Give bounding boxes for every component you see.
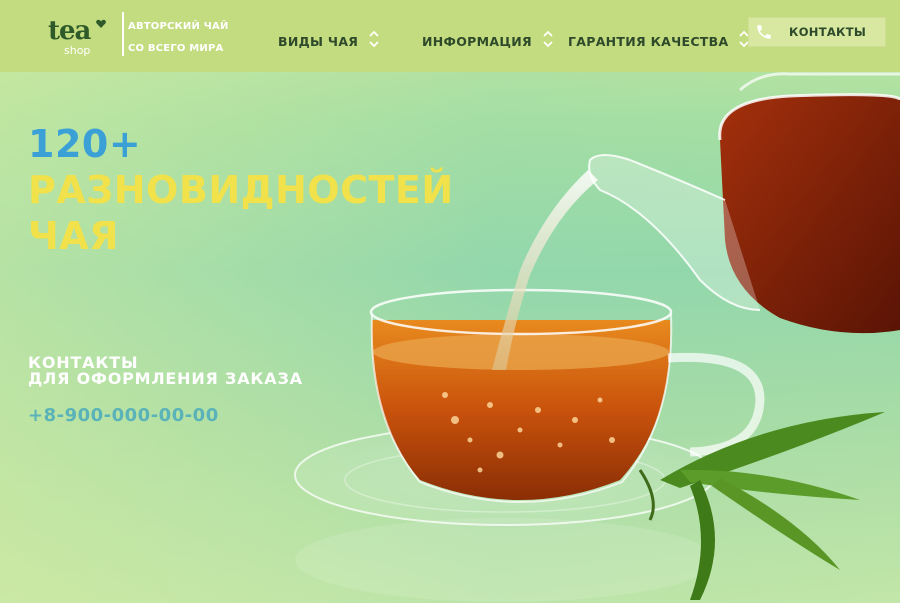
hero-title-line1: РАЗНОВИДНОСТЕЙ bbox=[28, 168, 454, 212]
nav-item-label: ИНФОРМАЦИЯ bbox=[422, 33, 532, 49]
contacts-button-label: КОНТАКТЫ bbox=[789, 25, 867, 39]
phone-number-link[interactable]: +8-900-000-00-00 bbox=[28, 405, 219, 426]
logo[interactable]: tea shop bbox=[48, 16, 118, 60]
nav-item-quality-guarantee[interactable]: ГАРАНТИЯ КАЧЕСТВА bbox=[568, 30, 750, 52]
updown-chevron-icon bbox=[369, 30, 379, 48]
order-contacts-title: КОНТАКТЫ ДЛЯ ОФОРМЛЕНИЯ ЗАКАЗА bbox=[28, 355, 303, 387]
tagline-divider bbox=[122, 12, 124, 56]
tagline: АВТОРСКИЙ ЧАЙ СО ВСЕГО МИРА bbox=[128, 16, 229, 60]
order-title-line2: ДЛЯ ОФОРМЛЕНИЯ ЗАКАЗА bbox=[28, 369, 303, 388]
tagline-line2: СО ВСЕГО МИРА bbox=[128, 43, 224, 54]
updown-chevron-icon bbox=[543, 30, 553, 48]
hero-count: 120+ bbox=[28, 122, 142, 166]
tagline-line1: АВТОРСКИЙ ЧАЙ bbox=[128, 21, 229, 32]
logo-sub: shop bbox=[64, 44, 91, 57]
cup-handle bbox=[667, 352, 765, 457]
nav-item-information[interactable]: ИНФОРМАЦИЯ bbox=[422, 30, 554, 52]
heart-icon bbox=[96, 19, 106, 28]
saucer-reflection bbox=[295, 518, 715, 602]
contacts-button[interactable]: КОНТАКТЫ bbox=[748, 17, 886, 47]
hero-title-line2: ЧАЯ bbox=[28, 214, 119, 258]
site-header: tea shop АВТОРСКИЙ ЧАЙ СО ВСЕГО МИРА ВИД… bbox=[0, 0, 900, 72]
nav-item-label: ГАРАНТИЯ КАЧЕСТВА bbox=[568, 33, 729, 49]
tea-illustration bbox=[294, 72, 900, 602]
nav-item-label: ВИДЫ ЧАЯ bbox=[278, 33, 359, 49]
phone-icon bbox=[757, 25, 771, 39]
logo-word: tea bbox=[48, 16, 91, 46]
nav-item-tea-types[interactable]: ВИДЫ ЧАЯ bbox=[278, 30, 380, 52]
